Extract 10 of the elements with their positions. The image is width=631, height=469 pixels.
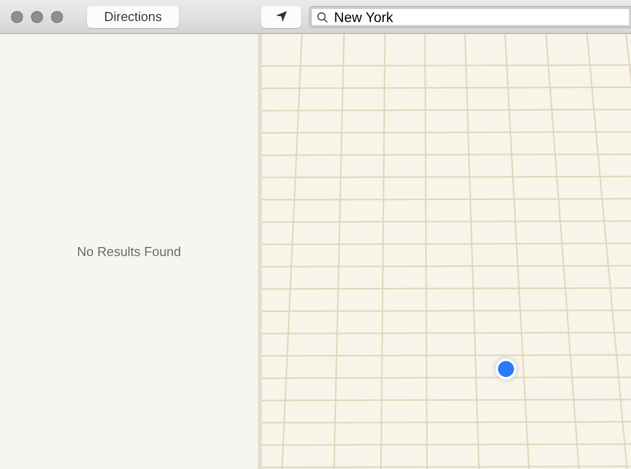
location-button[interactable] <box>261 6 301 28</box>
no-results-message: No Results Found <box>76 244 182 259</box>
close-button[interactable] <box>11 10 23 22</box>
search-field[interactable]: New York <box>309 6 631 28</box>
location-marker <box>491 354 521 384</box>
location-arrow-icon <box>274 10 288 23</box>
zoom-button[interactable] <box>51 10 63 22</box>
directions-button[interactable]: Directions <box>87 6 179 28</box>
minimize-button[interactable] <box>31 10 43 22</box>
search-icon <box>317 12 328 22</box>
